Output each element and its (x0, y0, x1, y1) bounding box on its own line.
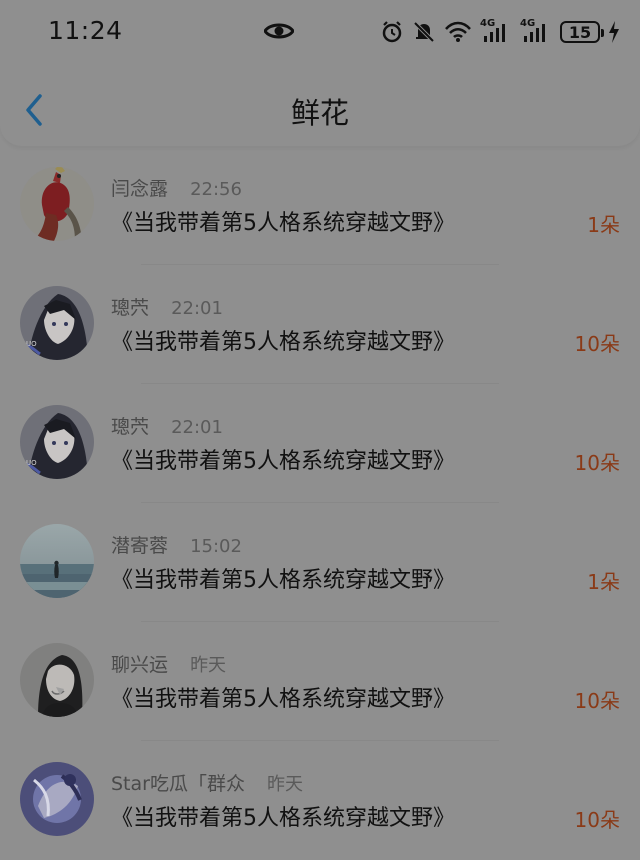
status-bar: 11:24 4G 4G 15 (0, 0, 640, 64)
list-item[interactable]: Star吃瓜「群众 昨天 《当我带着第5人格系统穿越文野》 10朵 (0, 741, 640, 860)
timestamp: 昨天 (190, 655, 227, 676)
avatar-anime[interactable]: UO (20, 286, 94, 360)
flower-count: 10朵 (574, 808, 620, 832)
list-item[interactable]: 聊兴运 昨天 《当我带着第5人格系统穿越文野》 10朵 (0, 622, 640, 741)
flower-count: 10朵 (574, 451, 620, 475)
status-time: 11:24 (48, 16, 123, 45)
sender-line: 闫念露 22:56 (111, 174, 242, 201)
alarm-icon (382, 21, 402, 43)
list-item[interactable]: UO 璁茓 22:01 《当我带着第5人格系统穿越文野》 10朵 (0, 265, 640, 384)
flower-list: 闫念露 22:56 《当我带着第5人格系统穿越文野》 1朵 UO 璁茓 22:0… (0, 146, 640, 860)
avatar-violet[interactable] (20, 762, 94, 836)
sender-name: 璁茓 (111, 297, 150, 319)
sender-name: Star吃瓜「群众 (111, 773, 245, 795)
battery-icon: 15 (560, 21, 604, 43)
svg-text:UO: UO (26, 459, 37, 467)
signal-4g-icon: 4G (520, 18, 552, 44)
status-icons: 4G 4G 15 (380, 17, 620, 47)
timestamp: 22:01 (171, 298, 223, 319)
sender-line: Star吃瓜「群众 昨天 (111, 769, 303, 796)
sender-line: 潜寄蓉 15:02 (111, 531, 242, 558)
book-title: 《当我带着第5人格系统穿越文野》 (111, 687, 455, 712)
list-item[interactable]: 潜寄蓉 15:02 《当我带着第5人格系统穿越文野》 1朵 (0, 503, 640, 622)
sender-name: 聊兴运 (111, 654, 169, 676)
book-title: 《当我带着第5人格系统穿越文野》 (111, 568, 455, 593)
svg-text:UO: UO (26, 340, 37, 348)
flower-count: 1朵 (587, 213, 620, 237)
flower-count: 10朵 (574, 332, 620, 356)
sender-name: 闫念露 (111, 178, 169, 200)
sender-line: 璁茓 22:01 (111, 293, 223, 320)
flower-count: 10朵 (574, 689, 620, 713)
mute-icon (413, 21, 435, 43)
signal-4g-icon: 4G (480, 18, 512, 44)
list-item[interactable]: 闫念露 22:56 《当我带着第5人格系统穿越文野》 1朵 (0, 146, 640, 265)
wifi-icon (445, 21, 471, 42)
timestamp: 22:01 (171, 417, 223, 438)
book-title: 《当我带着第5人格系统穿越文野》 (111, 211, 455, 236)
book-title: 《当我带着第5人格系统穿越文野》 (111, 806, 455, 831)
list-item[interactable]: UO 璁茓 22:01 《当我带着第5人格系统穿越文野》 10朵 (0, 384, 640, 503)
avatar-portrait[interactable] (20, 643, 94, 717)
book-title: 《当我带着第5人格系统穿越文野》 (111, 449, 455, 474)
sender-name: 璁茓 (111, 416, 150, 438)
timestamp: 昨天 (267, 774, 304, 795)
flower-count: 1朵 (587, 570, 620, 594)
timestamp: 15:02 (190, 536, 242, 557)
charging-icon (609, 21, 619, 43)
avatar-flamingo[interactable] (20, 167, 94, 241)
top-bar: 鲜花 (0, 64, 640, 147)
timestamp: 22:56 (190, 179, 242, 200)
page-title: 鲜花 (290, 96, 349, 130)
sender-line: 聊兴运 昨天 (111, 650, 226, 677)
sender-name: 潜寄蓉 (111, 535, 169, 557)
avatar-sea[interactable] (20, 524, 94, 598)
book-title: 《当我带着第5人格系统穿越文野》 (111, 330, 455, 355)
eye-icon (264, 23, 294, 39)
sender-line: 璁茓 22:01 (111, 412, 223, 439)
avatar-anime[interactable]: UO (20, 405, 94, 479)
